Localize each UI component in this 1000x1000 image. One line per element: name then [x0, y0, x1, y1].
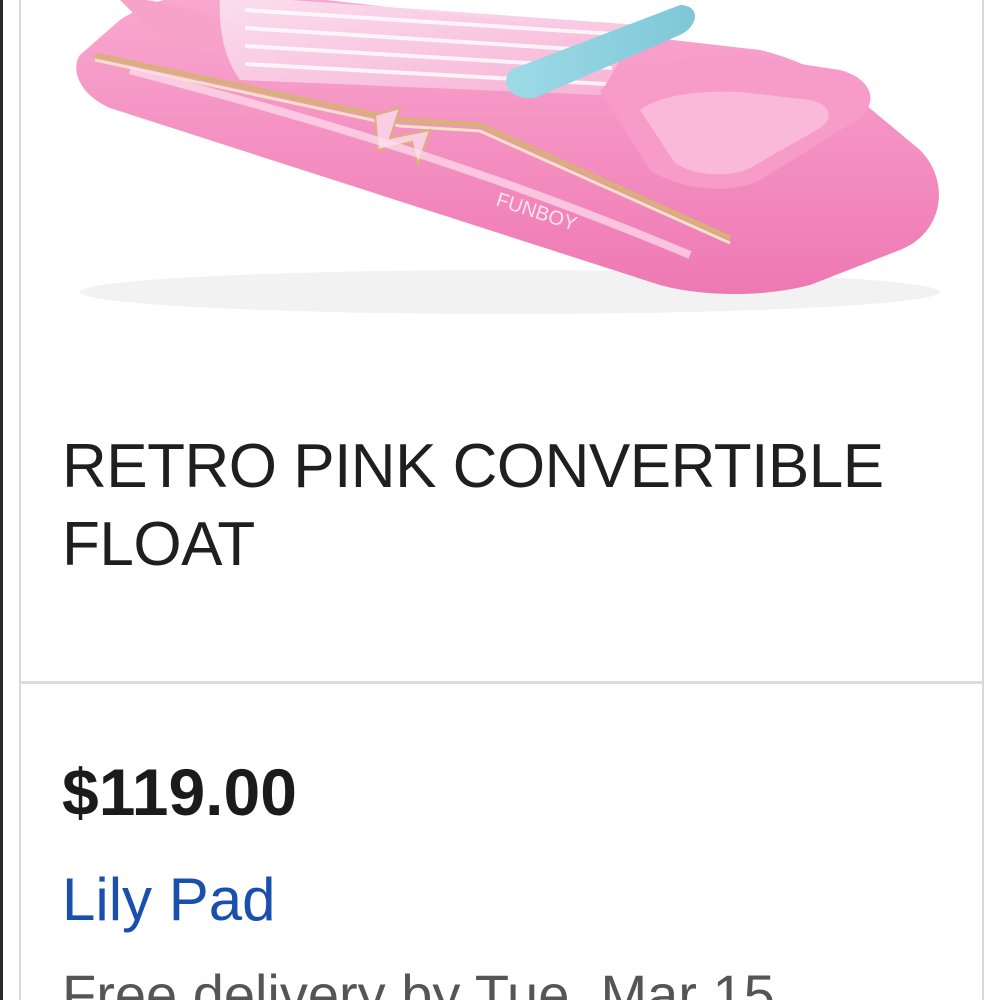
screen-edge	[0, 0, 3, 1000]
product-listing-screen: FUNBOY RETRO PINK CONVERTIBLE FLOAT $119…	[0, 0, 1000, 1000]
product-price: $119.00	[62, 755, 297, 829]
product-title[interactable]: RETRO PINK CONVERTIBLE FLOAT	[62, 428, 962, 584]
pink-convertible-float-image: FUNBOY	[76, 0, 940, 314]
card-divider	[21, 681, 982, 684]
seller-link[interactable]: Lily Pad	[62, 860, 275, 940]
product-image[interactable]: FUNBOY	[40, 0, 960, 330]
delivery-info: Free delivery by Tue, Mar 15	[62, 963, 775, 1000]
